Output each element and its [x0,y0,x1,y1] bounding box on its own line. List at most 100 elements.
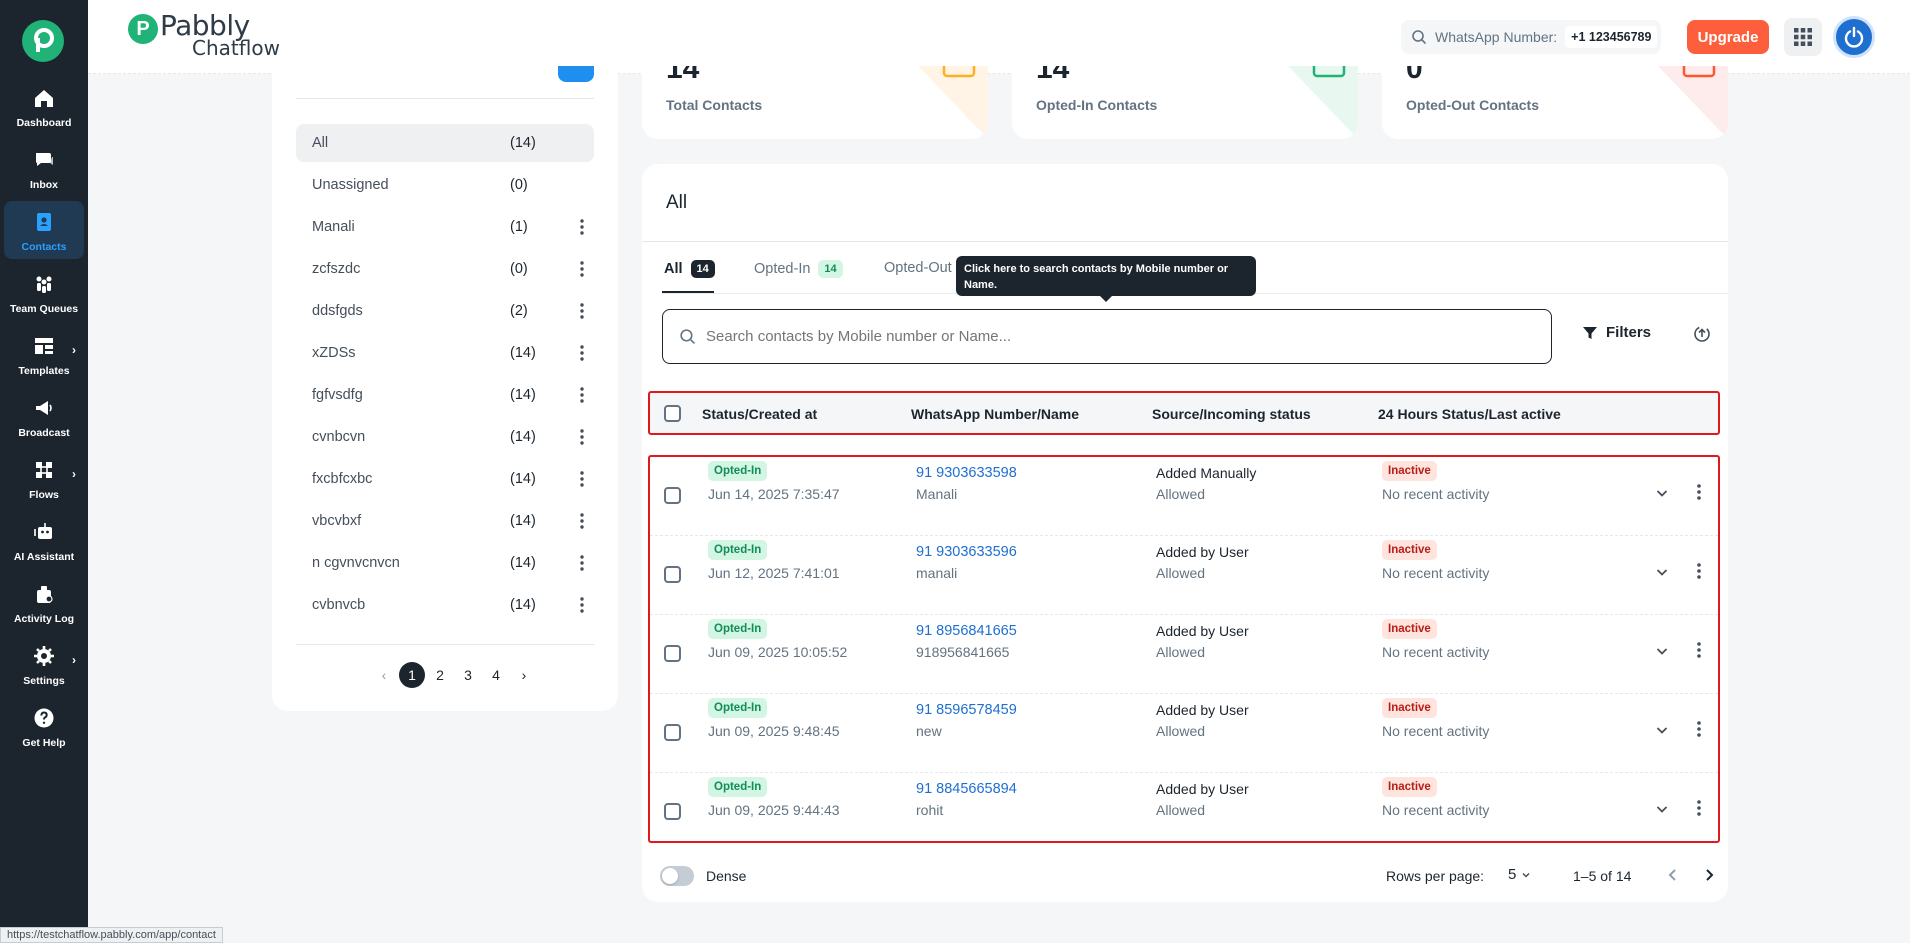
prev-page-icon[interactable]: ‹ [370,662,398,688]
list-name: All [312,135,329,151]
24h-status-badge: Inactive [1382,619,1437,639]
column-header[interactable]: Status/Created at [702,406,817,422]
list-item[interactable]: n cgvnvcnvcn (14) [296,544,642,582]
column-header[interactable]: 24 Hours Status/Last active [1378,406,1561,422]
chevron-down-icon[interactable] [1654,485,1670,501]
next-page-icon[interactable] [1700,866,1718,884]
sidebar-item-get-help[interactable]: Get Help [4,697,84,755]
apps-grid-icon[interactable] [1784,18,1822,56]
sidebar-item-flows[interactable]: Flows › [4,449,84,507]
export-icon[interactable] [1692,324,1712,349]
pabbly-logo-icon[interactable] [22,20,64,62]
divider [642,241,1728,242]
table-row[interactable]: Opted-In Jun 14, 2025 7:35:47 91 930363359… [650,457,1718,536]
page-number[interactable]: 3 [454,662,482,688]
list-item[interactable]: zcfszdc (0) [296,250,642,288]
list-item[interactable]: Unassigned (0) [296,166,642,204]
row-checkbox[interactable] [664,487,681,504]
more-vertical-icon[interactable] [572,342,592,364]
list-item[interactable]: cvbnvcb (14) [296,586,642,624]
sidebar-item-label: Dashboard [16,117,72,129]
upgrade-button[interactable]: Upgrade [1687,20,1769,54]
more-vertical-icon[interactable] [572,300,592,322]
table-row[interactable]: Opted-In Jun 12, 2025 7:41:01 91 930363359… [650,536,1718,615]
chevron-down-icon[interactable] [1654,564,1670,580]
more-vertical-icon[interactable] [572,384,592,406]
chevron-down-icon[interactable] [1654,643,1670,659]
more-vertical-icon[interactable] [572,216,592,238]
dense-toggle[interactable] [660,866,694,886]
whatsapp-number-selector[interactable]: WhatsApp Number: +1 123456789 [1401,20,1661,54]
search-input[interactable] [706,328,1546,345]
whatsapp-number-link[interactable]: 91 9303633598 [916,465,1017,481]
row-checkbox[interactable] [664,645,681,662]
more-vertical-icon[interactable] [1696,641,1702,659]
more-vertical-icon[interactable] [572,426,592,448]
sidebar-item-team-queues[interactable]: Team Queues [4,263,84,321]
list-count: (14) [510,471,536,487]
list-item[interactable]: vbcvbxf (14) [296,502,642,540]
sidebar-item-ai-assistant[interactable]: AI Assistant [4,511,84,569]
sidebar-item-label: AI Assistant [13,551,75,563]
more-vertical-icon[interactable] [1696,720,1702,738]
whatsapp-number-link[interactable]: 91 8956841665 [916,623,1017,639]
brand-logo[interactable]: P Pabbly Chatflow [128,12,280,58]
more-vertical-icon[interactable] [1696,799,1702,817]
whatsapp-number-link[interactable]: 91 8845665894 [916,781,1017,797]
table-row[interactable]: Opted-In Jun 09, 2025 10:05:52 91 89568416… [650,615,1718,694]
list-item[interactable]: fgfvsdfg (14) [296,376,642,414]
sidebar-item-settings[interactable]: Settings › [4,635,84,693]
more-vertical-icon[interactable] [572,552,592,574]
list-item[interactable]: All (14) [296,124,642,162]
list-item[interactable]: Manali (1) [296,208,642,246]
more-vertical-icon[interactable] [572,510,592,532]
chevron-down-icon[interactable] [1654,722,1670,738]
chevron-down-icon[interactable] [1654,801,1670,817]
page-number[interactable]: 4 [482,662,510,688]
more-vertical-icon[interactable] [572,258,592,280]
row-checkbox[interactable] [664,566,681,583]
list-item[interactable]: xZDSs (14) [296,334,642,372]
page-number[interactable]: 1 [399,662,425,688]
sidebar-item-dashboard[interactable]: Dashboard [4,77,84,135]
list-item[interactable]: ddsfgds (2) [296,292,642,330]
column-header[interactable]: Source/Incoming status [1152,406,1311,422]
row-checkbox[interactable] [664,724,681,741]
account-power-icon[interactable] [1833,16,1875,58]
add-list-button[interactable] [558,66,594,82]
brand-subname: Chatflow [192,36,280,60]
sidebar-item-activity-log[interactable]: Activity Log [4,573,84,631]
page-number[interactable]: 2 [426,662,454,688]
whatsapp-number-link[interactable]: 91 8596578459 [916,702,1017,718]
contact-name: Manali [916,486,958,502]
table-row[interactable]: Opted-In Jun 09, 2025 9:48:45 91 859657845… [650,694,1718,773]
tab-opted-out[interactable]: Opted-Out [884,260,952,276]
tab-opted-in[interactable]: Opted-In 14 [754,260,843,278]
contact-search-box[interactable] [662,309,1552,364]
sidebar-item-inbox[interactable]: Inbox [4,139,84,197]
more-vertical-icon[interactable] [572,594,592,616]
stat-label: Opted-Out Contacts [1406,97,1539,113]
tab-all[interactable]: All 14 [664,260,715,278]
sidebar-item-broadcast[interactable]: Broadcast [4,387,84,445]
sidebar-item-templates[interactable]: Templates › [4,325,84,383]
sidebar-item-label: Team Queues [9,303,79,315]
list-item[interactable]: cvnbcvn (14) [296,418,642,456]
more-vertical-icon[interactable] [1696,483,1702,501]
last-active: No recent activity [1382,644,1490,660]
select-all-checkbox[interactable] [664,405,681,422]
more-vertical-icon[interactable] [1696,562,1702,580]
whatsapp-number-link[interactable]: 91 9303633596 [916,544,1017,560]
column-header[interactable]: WhatsApp Number/Name [911,406,1079,422]
previous-page-icon[interactable] [1664,866,1682,884]
list-item[interactable]: fxcbfcxbc (14) [296,460,642,498]
filters-button[interactable]: Filters [1582,324,1651,341]
row-checkbox[interactable] [664,803,681,820]
table-row[interactable]: Opted-In Jun 09, 2025 9:44:43 91 884566589… [650,773,1718,841]
24h-status-badge: Inactive [1382,461,1437,481]
sidebar-item-contacts[interactable]: Contacts [4,201,84,259]
incoming-status: Allowed [1156,644,1206,660]
next-page-icon[interactable]: › [510,662,538,688]
more-vertical-icon[interactable] [572,468,592,490]
rows-per-page-select[interactable]: 5 [1508,866,1532,883]
